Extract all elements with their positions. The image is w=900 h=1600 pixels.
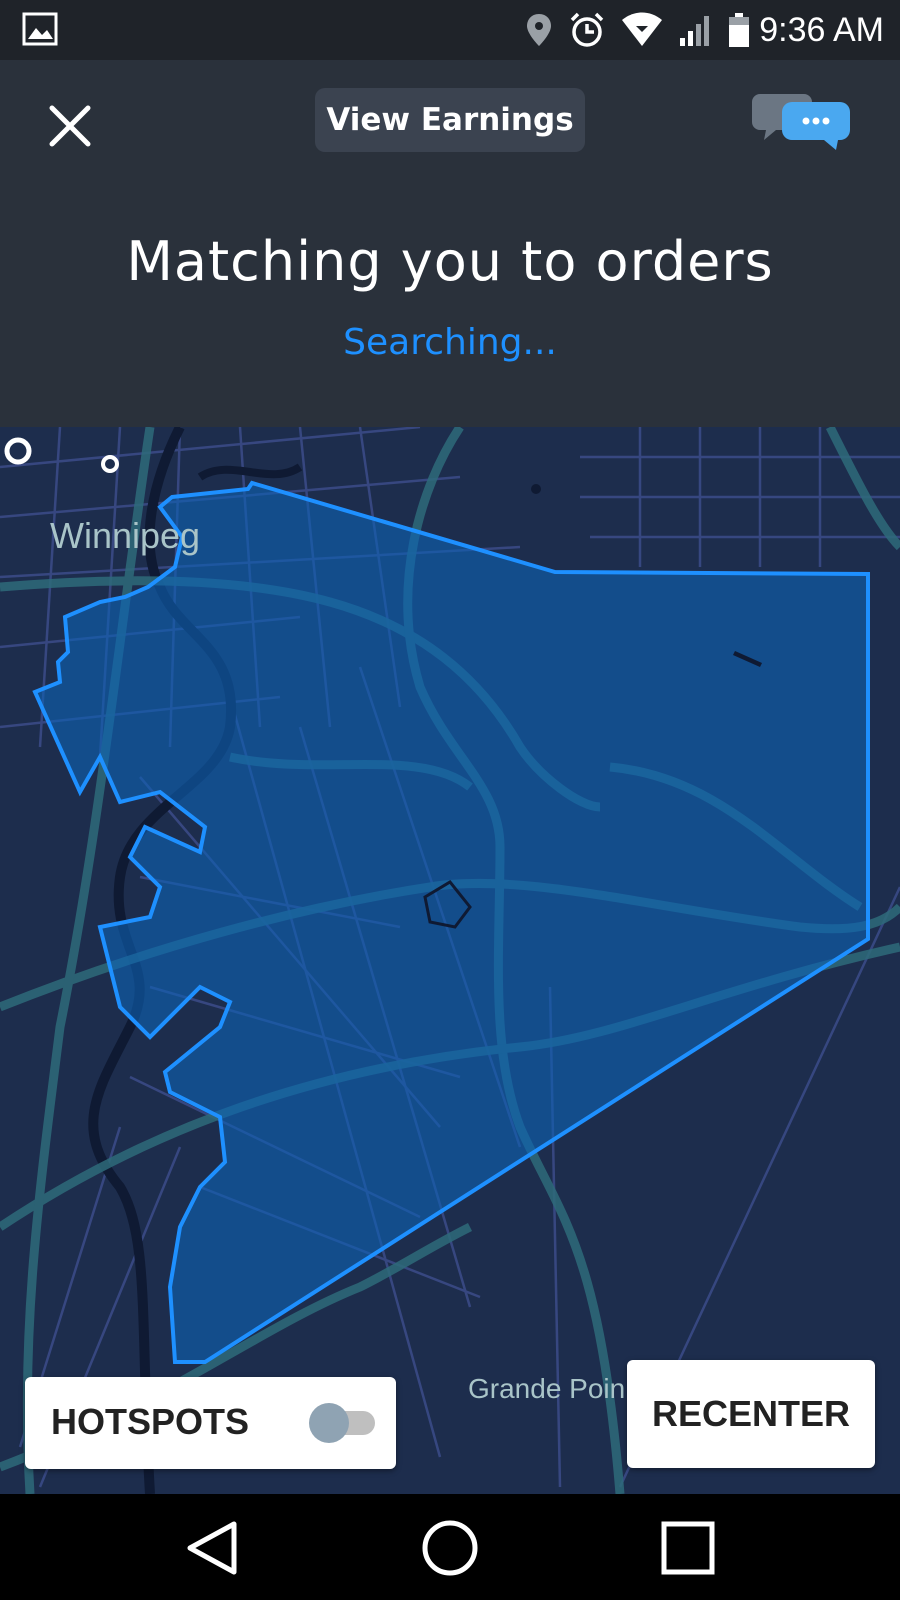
alarm-icon <box>570 12 604 47</box>
hotspots-label: HOTSPOTS <box>51 1401 250 1442</box>
header: View Earnings Matching you to orders Sea… <box>0 60 900 427</box>
wifi-icon <box>622 12 662 46</box>
chat-icon[interactable] <box>752 88 856 160</box>
hotspots-control: HOTSPOTS <box>25 1377 396 1469</box>
city-label: Winnipeg <box>50 515 201 556</box>
battery-icon <box>729 13 749 47</box>
close-icon[interactable] <box>44 100 96 152</box>
back-icon[interactable] <box>180 1516 244 1580</box>
status-bar: 9:36 AM <box>0 0 900 60</box>
view-earnings-button[interactable]: View Earnings <box>315 88 585 152</box>
location-icon <box>527 14 551 46</box>
map-canvas <box>0 427 900 1494</box>
recenter-button[interactable]: RECENTER <box>627 1360 875 1468</box>
toggle-thumb <box>309 1403 349 1443</box>
status-icons <box>524 10 750 50</box>
navigation-bar <box>0 1494 900 1600</box>
map-view[interactable]: Winnipeg Grande Poin HOTSPOTS RECENTER <box>0 427 900 1494</box>
clock: 9:36 AM <box>759 11 884 49</box>
hotspots-toggle[interactable] <box>309 1403 377 1443</box>
page-title: Matching you to orders <box>126 230 774 293</box>
home-icon[interactable] <box>418 1516 482 1580</box>
signal-icon <box>680 16 709 46</box>
area-label: Grande Poin <box>468 1373 626 1404</box>
recents-icon[interactable] <box>656 1516 720 1580</box>
google-logo-icon <box>4 437 119 473</box>
searching-status: Searching... <box>343 322 557 363</box>
gallery-icon <box>22 12 58 46</box>
